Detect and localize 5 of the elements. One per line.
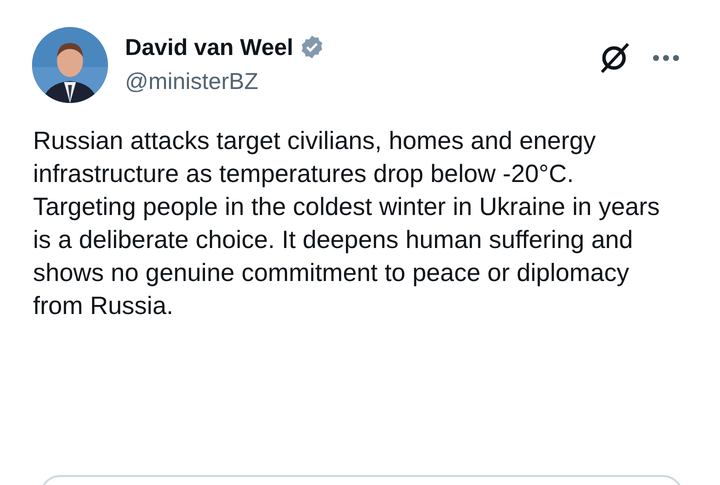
grok-icon[interactable] (598, 41, 632, 75)
author-handle[interactable]: @ministerBZ (125, 66, 326, 96)
author-name[interactable]: David van Weel (125, 32, 294, 62)
more-options-icon[interactable] (652, 54, 680, 62)
tweet-text: Russian attacks target civilians, homes and energy infrastructure as temperatures drop below -20°C. Targeting people in the coldest winter in Ukraine in years is a deliberate choice. It deepens human suffering and shows no genuine commitment to peace or diplomacy from Russia. (33, 126, 661, 322)
